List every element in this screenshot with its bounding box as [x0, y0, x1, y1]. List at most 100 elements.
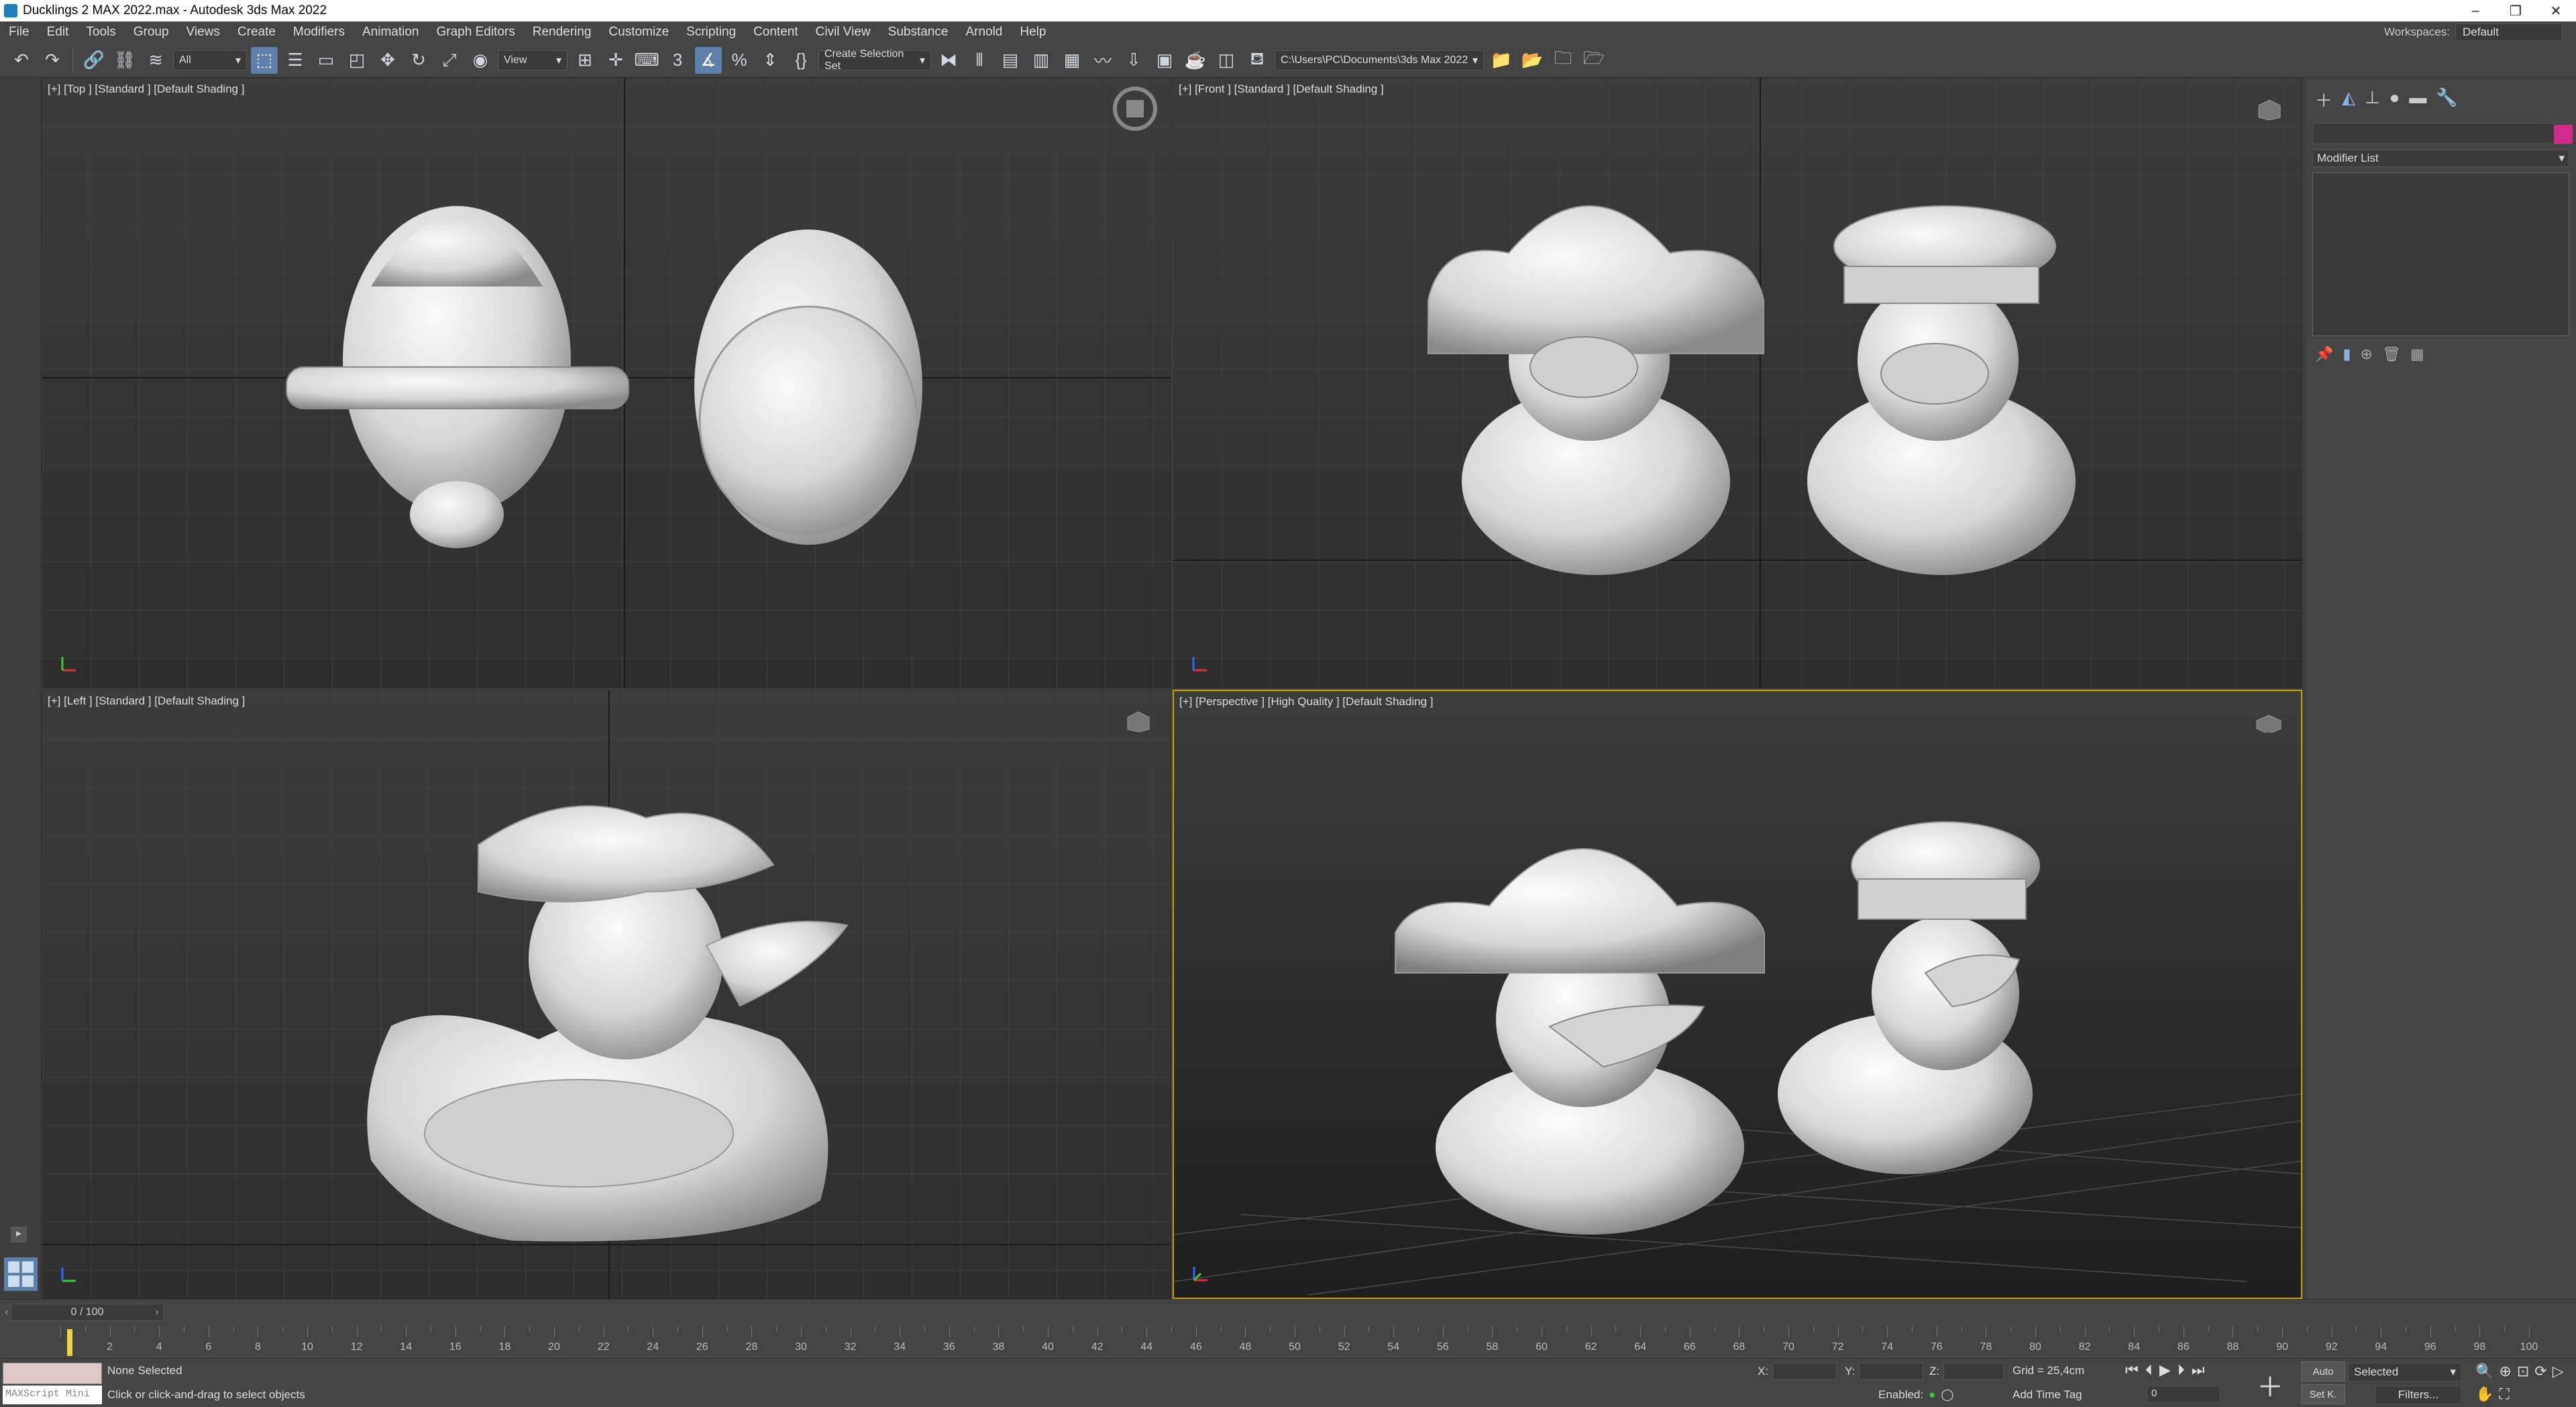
select-by-name-icon[interactable]: ☰ [282, 47, 309, 74]
set-key-button[interactable]: Set K. [2301, 1384, 2345, 1404]
menu-views[interactable]: Views [178, 25, 229, 40]
time-playhead[interactable] [67, 1329, 72, 1356]
captain-duck-top[interactable] [694, 229, 922, 545]
layer-explorer-icon[interactable]: ▥ [1028, 47, 1055, 74]
menu-content[interactable]: Content [745, 25, 807, 40]
settings-circle-icon[interactable]: ◯ [1941, 1388, 1953, 1402]
menu-file[interactable]: File [0, 25, 38, 40]
key-filter-dropdown[interactable]: Selected ▾ [2348, 1363, 2462, 1382]
link-icon[interactable]: 🔗 [80, 47, 107, 74]
menu-help[interactable]: Help [1011, 25, 1055, 40]
close-icon[interactable]: ✕ [2536, 0, 2576, 21]
modifier-stack[interactable] [2312, 172, 2569, 336]
expand-arrow-icon[interactable]: ▸ [11, 1227, 27, 1243]
keyboard-shortcut-override-icon[interactable]: ⌨ [633, 47, 660, 74]
hierarchy-tab-icon[interactable]: ⊥ [2365, 87, 2380, 112]
reference-coordinate-dropdown[interactable]: View ▾ [498, 50, 568, 70]
current-frame-field[interactable]: 0 [2147, 1386, 2220, 1403]
project-folder-icon[interactable]: 📁 [1488, 47, 1515, 74]
bind-space-warp-icon[interactable]: ≋ [142, 47, 169, 74]
key-filters-button[interactable]: Filters... [2375, 1386, 2462, 1404]
menu-rendering[interactable]: Rendering [524, 25, 600, 40]
minimize-icon[interactable]: – [2455, 0, 2496, 21]
scene-explorer-icon[interactable]: ▤ [997, 47, 1024, 74]
viewcube-icon[interactable] [1124, 709, 1153, 732]
maximize-viewport-icon[interactable]: ⛶ [2499, 1386, 2509, 1403]
scale-icon[interactable]: ⤢ [436, 47, 463, 74]
workspace-dropdown[interactable]: Default [2455, 23, 2563, 41]
selection-filter-dropdown[interactable]: All ▾ [173, 50, 247, 70]
play-icon[interactable]: ▶ [2159, 1361, 2171, 1379]
maxscript-mini-input[interactable]: MAXScript Mini [3, 1386, 102, 1404]
select-object-icon[interactable]: ⬚ [251, 46, 278, 74]
percent-snap-icon[interactable]: % [726, 47, 753, 74]
zoom-all-icon[interactable]: ⊕ [2499, 1363, 2511, 1380]
move-icon[interactable]: ✥ [374, 47, 401, 74]
modify-tab-icon[interactable]: ◭ [2342, 87, 2355, 112]
object-color-swatch[interactable] [2554, 125, 2573, 144]
select-manipulate-icon[interactable]: ✛ [602, 47, 629, 74]
viewcube-icon[interactable] [2254, 710, 2284, 733]
utilities-tab-icon[interactable]: 🔧 [2436, 87, 2457, 112]
ribbon-toggle-icon[interactable]: ▦ [1059, 47, 1085, 74]
mirror-icon[interactable]: ⧓ [935, 47, 962, 74]
menu-graph-editors[interactable]: Graph Editors [428, 25, 524, 40]
maxscript-listener[interactable] [3, 1363, 102, 1384]
menu-tools[interactable]: Tools [77, 25, 124, 40]
viewport-top-label[interactable]: [+] [Top ] [Standard ] [Default Shading … [48, 83, 244, 96]
named-selection-set-dropdown[interactable]: Create Selection Set ▾ [818, 48, 931, 72]
viewport-left-label[interactable]: [+] [Left ] [Standard ] [Default Shading… [48, 694, 245, 708]
orbit-icon[interactable]: ⟳ [2534, 1363, 2546, 1380]
render-setup-icon[interactable]: ☕ [1182, 47, 1209, 74]
folder-up-icon[interactable]: 🗀 [1550, 47, 1576, 74]
folder-set-icon[interactable]: 🗁 [1580, 47, 1607, 74]
next-frame-arrow-icon[interactable]: › [150, 1304, 164, 1321]
set-key-icon[interactable]: ＋ [2257, 1365, 2284, 1404]
angle-snap-icon[interactable]: ∡ [695, 46, 722, 74]
next-frame-icon[interactable]: ⏵ [2178, 1361, 2185, 1379]
restore-icon[interactable]: ❐ [2496, 0, 2536, 21]
menu-substance[interactable]: Substance [879, 25, 957, 40]
menu-modifiers[interactable]: Modifiers [284, 25, 354, 40]
window-crossing-icon[interactable]: ◰ [343, 47, 370, 74]
material-editor-icon[interactable]: ▣ [1151, 47, 1178, 74]
y-field[interactable] [1859, 1363, 1924, 1380]
viewport-front[interactable]: [+] [Front ] [Standard ] [Default Shadin… [1173, 78, 2302, 688]
undo-icon[interactable]: ↶ [8, 47, 35, 74]
viewport-left[interactable]: [+] [Left ] [Standard ] [Default Shading… [42, 690, 1171, 1299]
go-to-start-icon[interactable]: ⏮ [2125, 1361, 2139, 1379]
viewport-perspective[interactable]: [+] [Perspective ] [High Quality ] [Defa… [1173, 690, 2302, 1299]
menu-civil-view[interactable]: Civil View [807, 25, 879, 40]
viewport-front-label[interactable]: [+] [Front ] [Standard ] [Default Shadin… [1179, 83, 1384, 96]
z-field[interactable] [1943, 1363, 2004, 1380]
object-name-field[interactable] [2312, 123, 2573, 144]
menu-group[interactable]: Group [125, 25, 178, 40]
menu-arnold[interactable]: Arnold [957, 25, 1011, 40]
steeringwheel-icon[interactable] [1112, 85, 1159, 132]
create-tab-icon[interactable]: ＋ [2315, 87, 2332, 112]
motion-tab-icon[interactable]: ● [2390, 87, 2400, 112]
viewcube-icon[interactable] [2255, 97, 2284, 120]
pivot-center-icon[interactable]: ⊞ [572, 47, 598, 74]
auto-key-button[interactable]: Auto [2301, 1361, 2345, 1382]
rendered-frame-window-icon[interactable]: ◫ [1213, 47, 1240, 74]
enabled-indicator-icon[interactable]: ● [1929, 1388, 1935, 1402]
viewport-perspective-label[interactable]: [+] [Perspective ] [High Quality ] [Defa… [1179, 695, 1433, 709]
align-icon[interactable]: ⫴ [966, 47, 993, 74]
redo-icon[interactable]: ↷ [39, 47, 66, 74]
make-unique-icon[interactable]: ⊕ [2361, 346, 2373, 363]
remove-modifier-icon[interactable]: 🗑 [2382, 346, 2401, 363]
menu-animation[interactable]: Animation [354, 25, 428, 40]
edit-named-selection-icon[interactable]: {} [788, 47, 814, 74]
menu-edit[interactable]: Edit [38, 25, 78, 40]
rectangular-selection-icon[interactable]: ▭ [313, 47, 339, 74]
viewport-layout-icon[interactable] [4, 1257, 38, 1291]
pin-stack-icon[interactable]: 📌 [2315, 346, 2333, 363]
modifier-list-dropdown[interactable]: Modifier List ▾ [2312, 150, 2569, 167]
track-bar[interactable]: 0246810121416182022242628303234363840424… [60, 1326, 2538, 1356]
configure-modifier-sets-icon[interactable]: ▦ [2410, 346, 2424, 363]
x-field[interactable] [1772, 1363, 1837, 1380]
menu-customize[interactable]: Customize [600, 25, 678, 40]
open-folder-icon[interactable]: 📂 [1519, 47, 1546, 74]
place-icon[interactable]: ◉ [467, 47, 494, 74]
